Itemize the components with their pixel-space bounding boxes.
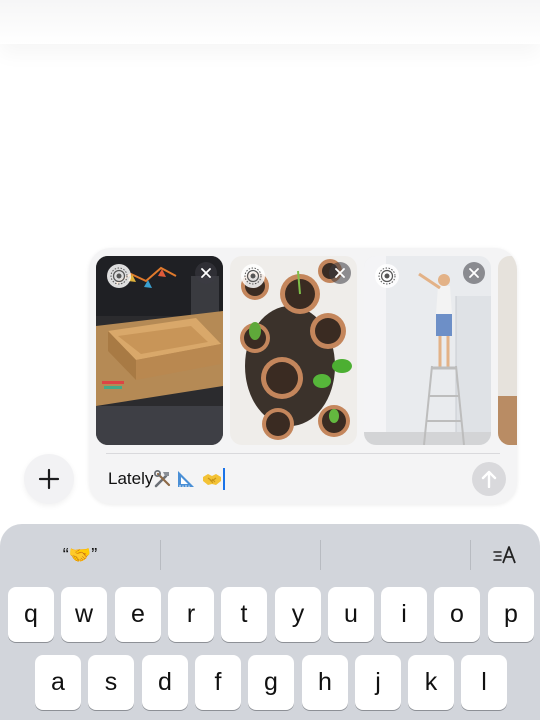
- key-h[interactable]: h: [302, 655, 348, 710]
- handshake-emoji-icon: [203, 474, 222, 485]
- remove-attachment-button[interactable]: [329, 262, 351, 284]
- suggestion-2[interactable]: [161, 524, 320, 586]
- attachment-photo-painting[interactable]: [364, 256, 491, 445]
- key-f[interactable]: f: [195, 655, 241, 710]
- text-format-icon: [492, 546, 516, 564]
- message-text: Lately: [108, 469, 154, 488]
- suggestion-3[interactable]: [321, 524, 471, 586]
- live-photo-icon: [107, 264, 131, 288]
- close-icon: [201, 268, 211, 278]
- attachment-photo-plants[interactable]: [230, 256, 357, 445]
- key-u[interactable]: u: [328, 587, 374, 642]
- suggestion-1[interactable]: “🤝”: [0, 524, 160, 586]
- close-icon: [469, 268, 479, 278]
- key-i[interactable]: i: [381, 587, 427, 642]
- key-w[interactable]: w: [61, 587, 107, 642]
- writing-tools-button[interactable]: [471, 524, 540, 586]
- key-o[interactable]: o: [434, 587, 480, 642]
- key-r[interactable]: r: [168, 587, 214, 642]
- key-g[interactable]: g: [248, 655, 294, 710]
- triangular-ruler-emoji-icon: [178, 471, 195, 487]
- plus-icon: [38, 468, 60, 490]
- message-input[interactable]: Lately: [108, 467, 226, 491]
- remove-attachment-button[interactable]: [195, 262, 217, 284]
- key-e[interactable]: e: [115, 587, 161, 642]
- key-s[interactable]: s: [88, 655, 134, 710]
- key-l[interactable]: l: [461, 655, 507, 710]
- navigation-bar: [0, 0, 540, 44]
- key-k[interactable]: k: [408, 655, 454, 710]
- remove-attachment-button[interactable]: [463, 262, 485, 284]
- keyboard[interactable]: “🤝” qwertyuiop asdfghjkl: [0, 524, 540, 720]
- arrow-up-icon: [481, 470, 497, 488]
- attachment-photo-workshop[interactable]: [96, 256, 223, 445]
- close-icon: [335, 268, 345, 278]
- key-y[interactable]: y: [275, 587, 321, 642]
- text-caret: [223, 468, 226, 490]
- hammer-and-wrench-emoji-icon: [154, 470, 171, 488]
- key-d[interactable]: d: [142, 655, 188, 710]
- predictive-bar: “🤝”: [0, 524, 540, 586]
- attachment-strip[interactable]: [96, 256, 517, 446]
- key-j[interactable]: j: [355, 655, 401, 710]
- partial-photo: [498, 256, 517, 445]
- live-photo-icon: [241, 264, 265, 288]
- key-t[interactable]: t: [221, 587, 267, 642]
- attachment-photo-partial[interactable]: [498, 256, 517, 445]
- compose-divider: [106, 453, 500, 454]
- key-p[interactable]: p: [488, 587, 534, 642]
- live-photo-icon: [375, 264, 399, 288]
- message-compose-box[interactable]: Lately: [89, 248, 517, 504]
- send-button[interactable]: [472, 462, 506, 496]
- key-a[interactable]: a: [35, 655, 81, 710]
- add-attachment-button[interactable]: [24, 454, 74, 504]
- key-q[interactable]: q: [8, 587, 54, 642]
